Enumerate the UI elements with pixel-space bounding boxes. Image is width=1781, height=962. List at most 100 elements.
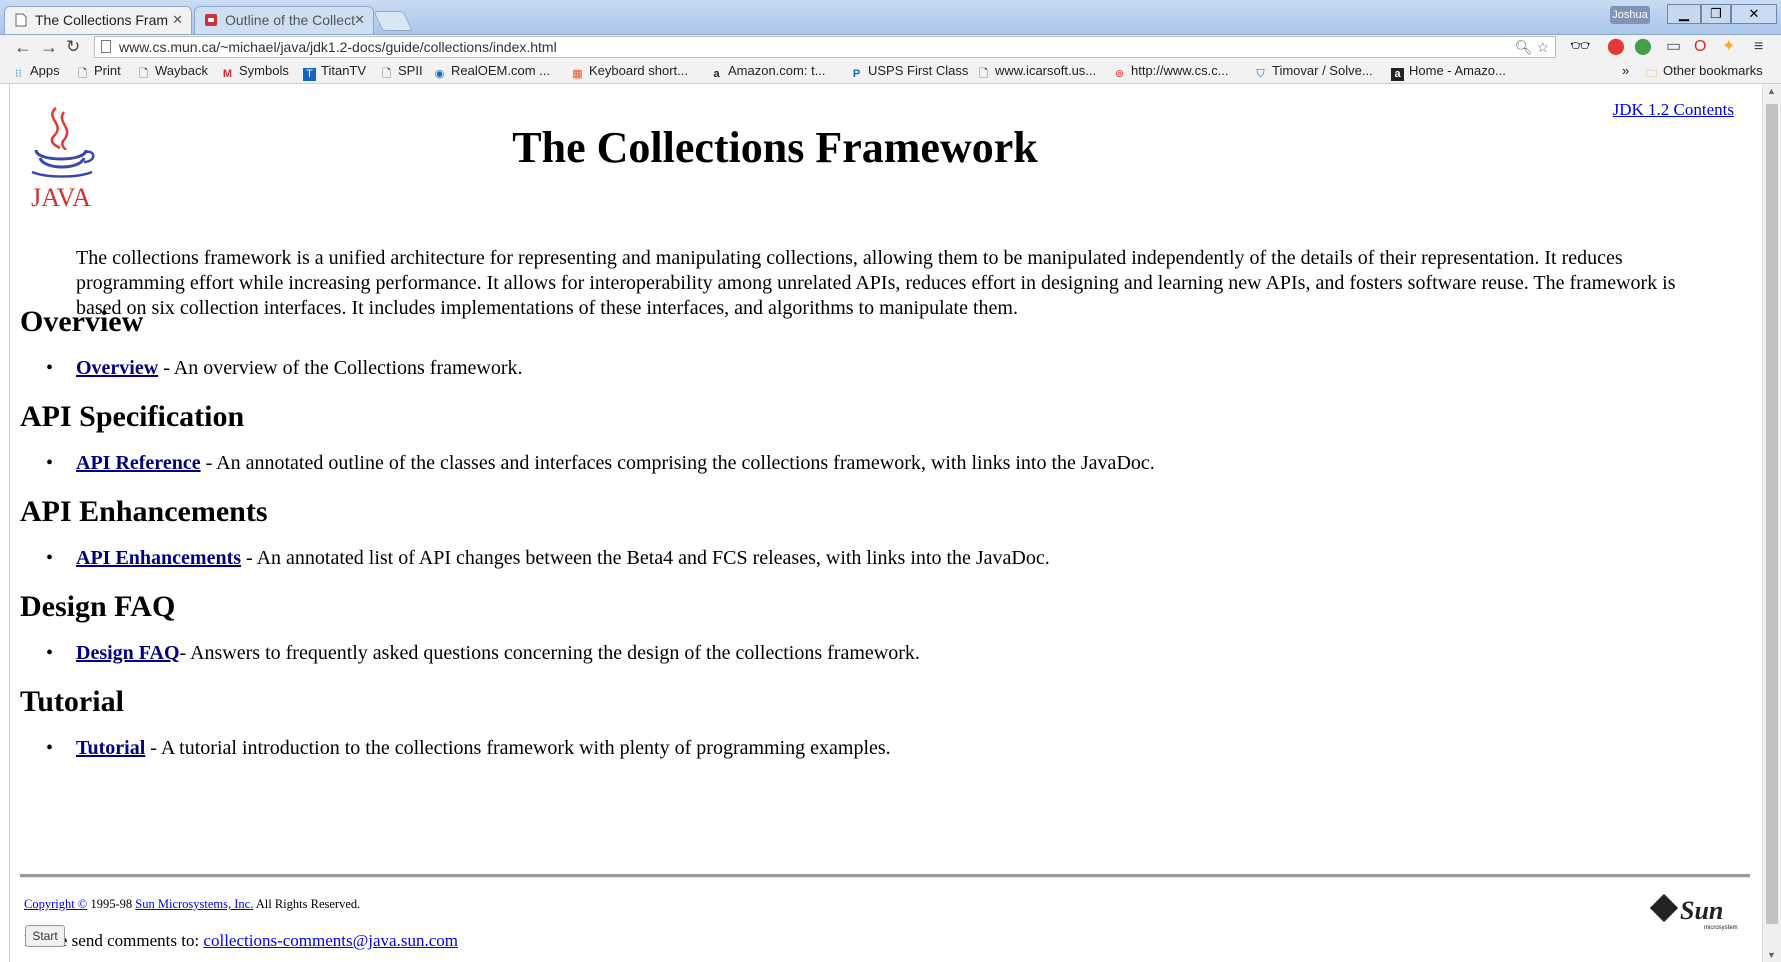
bookmark-keyboard-shortcuts[interactable]: ▦ Keyboard short... (571, 62, 688, 81)
amazon-icon: a (713, 68, 720, 80)
close-tab-icon[interactable]: ✕ (172, 7, 183, 33)
footer-comments: Please send comments to: collections-com… (24, 931, 458, 950)
section-heading-overview: Overview (20, 305, 144, 338)
tab-outline-collections[interactable]: Outline of the Collect ✕ (194, 6, 374, 34)
overview-link[interactable]: Overview (76, 357, 158, 379)
folder-icon: 🗀︎ (1646, 68, 1657, 80)
bookmark-spii[interactable]: 🗋︎ SPII (380, 62, 423, 81)
other-bookmarks-folder[interactable]: 🗀︎ Other bookmarks (1645, 62, 1763, 81)
bookmark-cs[interactable]: ⊚ http://www.cs.c... (1113, 62, 1229, 81)
page-icon: 🗋︎ (78, 68, 87, 80)
browser-toolbar: ← → ↻ www.cs.mun.ca/~michael/java/jdk1.2… (0, 35, 1781, 59)
bookmarks-bar: ⁝⁝ Apps 🗋︎ Print 🗋︎ Wayback M Symbols T Titan… (0, 59, 1781, 84)
opera-extension-icon[interactable]: O (1694, 38, 1706, 56)
forward-button[interactable]: → (40, 37, 58, 57)
bullet: • (46, 547, 54, 569)
comments-email-link[interactable]: collections-comments@java.sun.com (203, 931, 458, 950)
profile-button[interactable]: Joshua (1610, 6, 1650, 24)
url-text: www.cs.mun.ca/~michael/java/jdk1.2-docs/… (119, 39, 557, 55)
list-item-api-enhancements: • API Enhancements - An annotated list of… (46, 547, 1050, 570)
scroll-down-icon[interactable]: ▼ (1767, 950, 1776, 960)
glasses-extension-icon[interactable]: 👓︎ (1570, 38, 1590, 56)
amazon-icon: a (1391, 68, 1404, 81)
start-button[interactable]: Start (25, 925, 65, 947)
bookmark-amazon[interactable]: a Amazon.com: t... (710, 62, 825, 81)
evernote-extension-icon[interactable]: ⬤ (1634, 38, 1652, 56)
item-description: - An annotated list of API changes betwe… (241, 547, 1050, 569)
api-reference-link[interactable]: API Reference (76, 452, 201, 474)
bookmark-icarsoft[interactable]: 🗋︎ www.icarsoft.us... (977, 62, 1096, 81)
bookmark-wayback[interactable]: 🗋︎ Wayback (137, 62, 208, 81)
new-tab-button[interactable] (373, 11, 413, 31)
close-tab-icon[interactable]: ✕ (354, 7, 365, 33)
sun-logo-subtext: microsystems (1704, 925, 1738, 931)
browser-titlebar: The Collections Fram ✕ Outline of the Co… (0, 0, 1781, 35)
footer-copyright: Copyright © 1995-98 Sun Microsystems, In… (24, 897, 361, 911)
vertical-scrollbar[interactable]: ▲ ▼ (1762, 84, 1781, 962)
sun-logo-text: Sun (1680, 896, 1723, 925)
section-heading-design-faq: Design FAQ (20, 590, 176, 623)
shield-icon: ⛉ (1256, 68, 1265, 80)
web-icon: ⊚ (1114, 68, 1125, 80)
back-button[interactable]: ← (14, 37, 32, 57)
tab-collections-framework[interactable]: The Collections Fram ✕ (4, 6, 192, 34)
zoom-icon[interactable]: 🔍︎ ☆ (1515, 37, 1549, 57)
page-content: JAVA JDK 1.2 Contents The Collections Fr… (9, 84, 1760, 962)
jdk-contents-link[interactable]: JDK 1.2 Contents (1613, 100, 1734, 120)
windows-icon: ▦ (572, 68, 583, 80)
address-bar[interactable]: www.cs.mun.ca/~michael/java/jdk1.2-docs/… (94, 36, 1556, 58)
list-item-design-faq: • Design FAQ- Answers to frequently asked… (46, 642, 920, 665)
bullet: • (46, 357, 54, 379)
pdf-icon (205, 14, 217, 26)
close-window-button[interactable]: ✕ (1731, 4, 1777, 24)
page-icon (101, 40, 111, 53)
list-item-tutorial: • Tutorial - A tutorial introduction to t… (46, 737, 891, 760)
star-extension-icon[interactable]: ✦ (1722, 38, 1735, 56)
page-icon: 🗋︎ (382, 68, 391, 80)
cast-icon[interactable]: ▭ (1666, 38, 1681, 56)
gmail-icon: M (222, 68, 233, 80)
item-description: - An overview of the Collections framewo… (158, 357, 523, 379)
reload-button[interactable]: ↻ (66, 37, 80, 57)
java-logo-text: JAVA (31, 183, 91, 212)
page-icon (15, 13, 27, 27)
adblock-extension-icon[interactable]: ⬤ (1607, 38, 1625, 56)
bookmark-symbols[interactable]: M Symbols (221, 62, 289, 81)
tutorial-link[interactable]: Tutorial (76, 737, 145, 759)
bookmark-timovar[interactable]: ⛉ Timovar / Solve... (1254, 62, 1372, 81)
bookmark-realoem[interactable]: ◉ RealOEM.com ... (433, 62, 550, 81)
footer-divider (20, 874, 1750, 878)
intro-paragraph: The collections framework is a unified a… (76, 247, 1676, 319)
item-description: - An annotated outline of the classes an… (200, 452, 1155, 474)
section-heading-api-enhancements: API Enhancements (20, 495, 268, 528)
api-enhancements-link[interactable]: API Enhancements (76, 547, 241, 569)
scroll-up-icon[interactable]: ▲ (1767, 86, 1776, 96)
bookmark-home-amazon[interactable]: a Home - Amazo... (1391, 62, 1506, 81)
bullet: • (46, 452, 54, 474)
copyright-link[interactable]: Copyright © (24, 897, 87, 911)
bookmark-apps[interactable]: ⁝⁝ Apps (12, 62, 60, 81)
bmw-icon: ◉ (434, 68, 445, 80)
maximize-button[interactable]: ❐ (1701, 4, 1731, 24)
apps-grid-icon: ⁝⁝ (15, 68, 22, 80)
menu-icon[interactable]: ≡ (1754, 38, 1763, 56)
sun-logo: Sun microsystems (1650, 893, 1738, 931)
page-title: The Collections Framework (512, 123, 1038, 172)
bookmark-titantv[interactable]: T TitanTV (303, 62, 366, 81)
bookmark-print[interactable]: 🗋︎ Print (76, 62, 121, 81)
section-heading-api-specification: API Specification (20, 400, 245, 433)
bullet: • (46, 737, 54, 759)
sun-microsystems-link[interactable]: Sun Microsystems, Inc. (135, 897, 253, 911)
page-icon: 🗋︎ (979, 68, 988, 80)
tab-title: The Collections Fram (35, 12, 169, 28)
design-faq-link[interactable]: Design FAQ (76, 642, 180, 664)
scrollbar-thumb[interactable] (1766, 104, 1778, 924)
tab-title: Outline of the Collect (225, 12, 355, 28)
item-description: - A tutorial introduction to the collect… (145, 737, 891, 759)
item-description: - Answers to frequently asked questions … (179, 642, 920, 664)
bookmarks-overflow-button[interactable]: » (1622, 62, 1629, 80)
titantv-icon: T (303, 68, 316, 81)
bullet: • (46, 642, 54, 664)
minimize-button[interactable]: ▁ (1667, 4, 1701, 24)
bookmark-usps[interactable]: P USPS First Class (850, 62, 969, 81)
